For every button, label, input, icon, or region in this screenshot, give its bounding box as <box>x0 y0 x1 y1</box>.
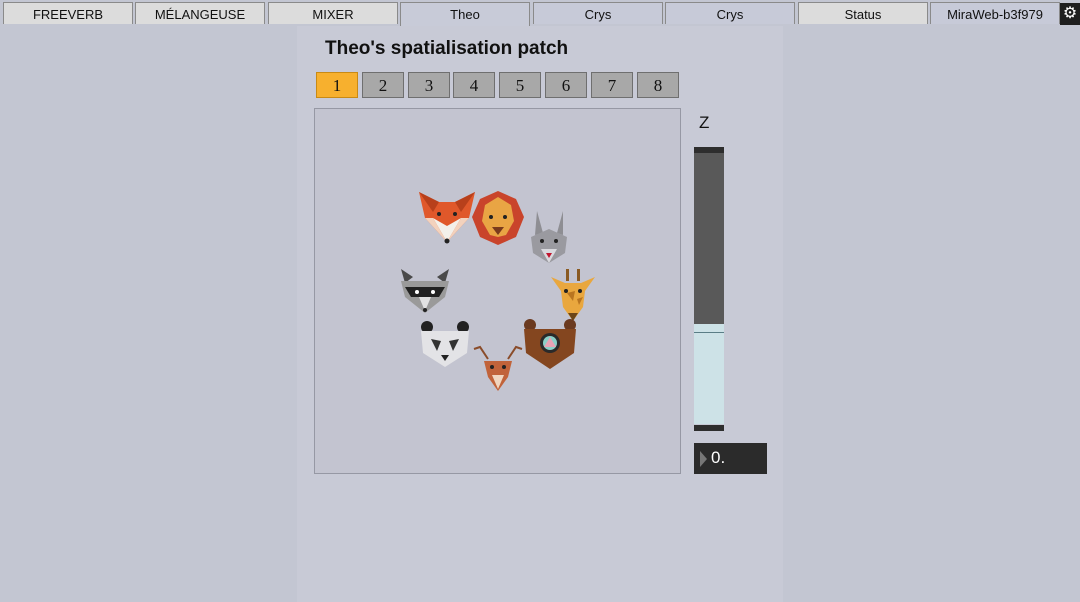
tab-status[interactable]: Status <box>798 2 928 24</box>
preset-button-7[interactable]: 7 <box>591 72 633 98</box>
fox-icon[interactable] <box>419 192 475 244</box>
z-value: 0. <box>711 448 726 467</box>
tab-crys[interactable]: Crys <box>533 2 663 24</box>
tab-mixer[interactable]: MIXER <box>268 2 398 24</box>
preset-button-6[interactable]: 6 <box>545 72 587 98</box>
panda-icon[interactable] <box>421 321 469 367</box>
tab-melangeuse[interactable]: MÉLANGEUSE <box>135 2 265 24</box>
preset-button-4[interactable]: 4 <box>453 72 495 98</box>
lion-icon[interactable] <box>472 191 524 245</box>
page-title: Theo's spatialisation patch <box>325 38 569 59</box>
bear-icon[interactable] <box>524 319 576 369</box>
preset-button-5[interactable]: 5 <box>499 72 541 98</box>
tab-miraweb[interactable]: MiraWeb-b3f979 <box>930 2 1060 24</box>
z-slider-track <box>694 153 724 324</box>
rabbit-icon[interactable] <box>531 211 567 263</box>
spatialisation-stage[interactable] <box>314 108 681 474</box>
gear-icon[interactable]: ⚙ <box>1060 3 1080 25</box>
z-label: Z <box>699 113 710 132</box>
z-slider-bottom-cap <box>694 425 724 431</box>
tab-bar: FREEVERB MÉLANGEUSE MIXER Theo Crys Crys… <box>0 0 1080 26</box>
preset-button-3[interactable]: 3 <box>408 72 450 98</box>
z-number-box[interactable]: 0. <box>694 443 767 474</box>
raccoon-icon[interactable] <box>401 269 449 313</box>
preset-button-1[interactable]: 1 <box>316 72 358 98</box>
preset-button-8[interactable]: 8 <box>637 72 679 98</box>
z-slider-fill <box>694 324 724 424</box>
z-slider[interactable] <box>694 147 724 431</box>
giraffe-icon[interactable] <box>551 269 595 321</box>
tab-theo[interactable]: Theo <box>400 2 530 26</box>
z-slider-handle[interactable] <box>694 332 724 333</box>
deer-icon[interactable] <box>473 345 523 391</box>
tab-crys-2[interactable]: Crys <box>665 2 795 24</box>
preset-button-2[interactable]: 2 <box>362 72 404 98</box>
tab-freeverb[interactable]: FREEVERB <box>3 2 133 24</box>
play-triangle-icon <box>700 451 707 467</box>
